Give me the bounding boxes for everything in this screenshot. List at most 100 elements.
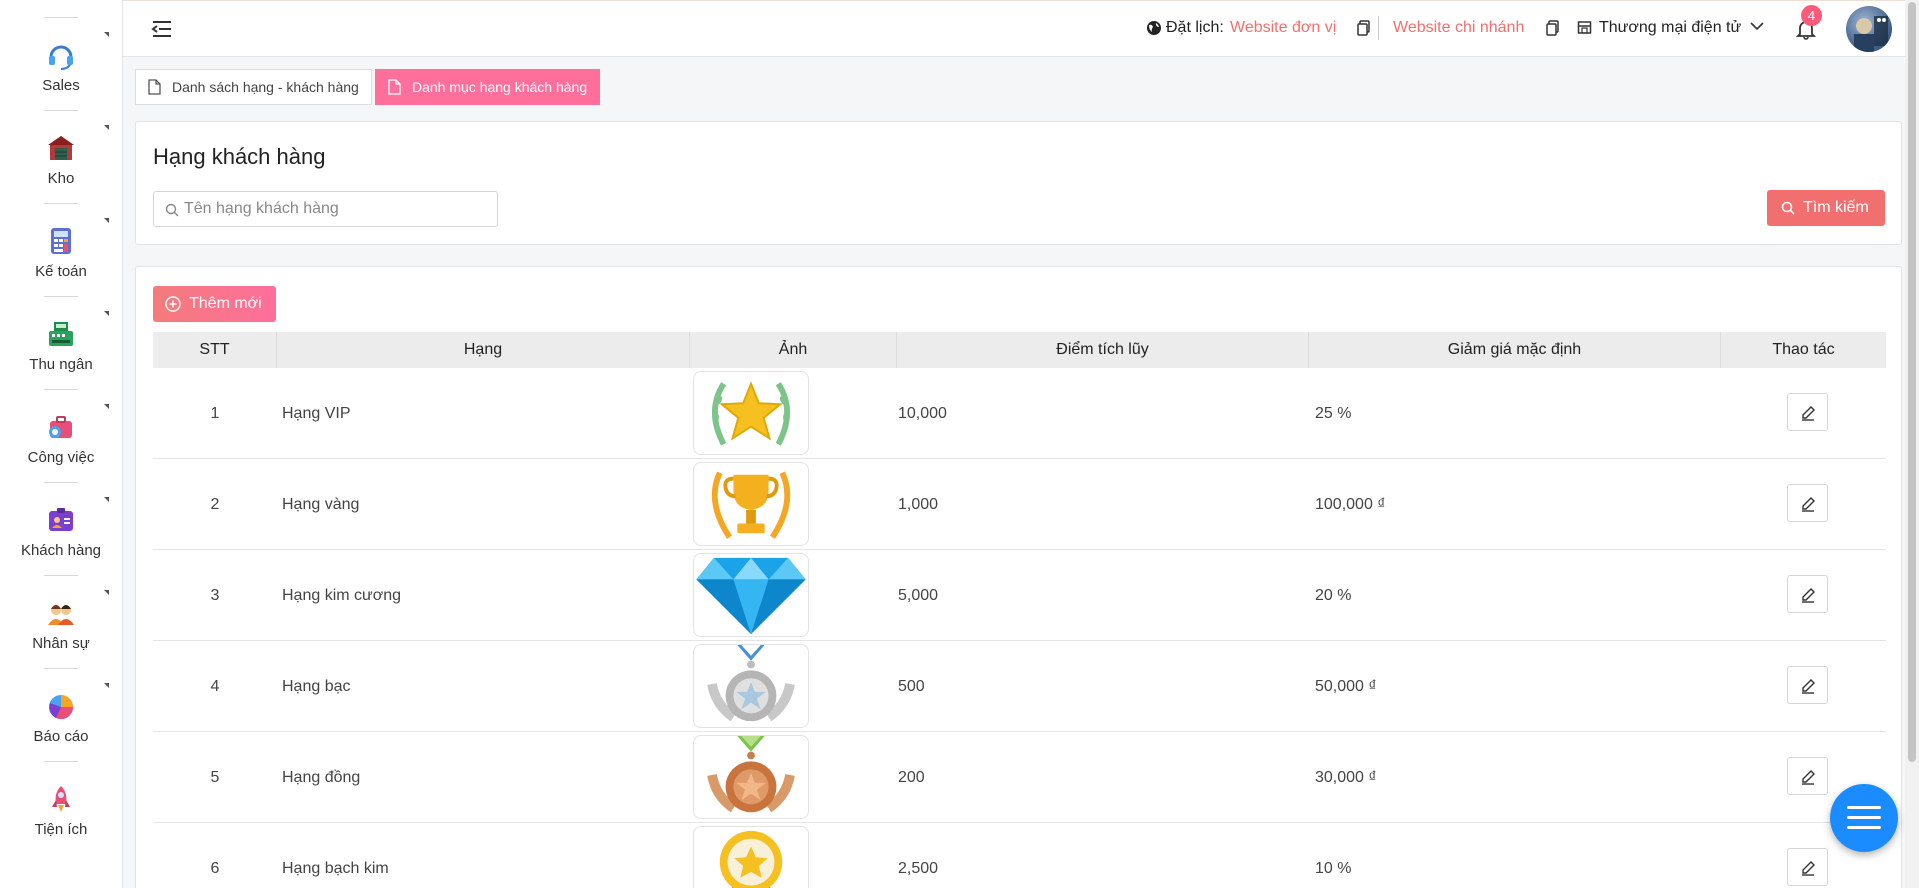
chevron-icon <box>104 590 109 595</box>
edit-button[interactable] <box>1787 575 1828 613</box>
pencil-icon <box>1802 770 1815 785</box>
table-row: 5 Hạng đồng 200 30,000 ₫ <box>153 732 1886 823</box>
tab-customer-rank-list[interactable]: Danh sách hạng - khách hàng <box>135 69 372 105</box>
customer-card-icon <box>49 508 73 531</box>
divider <box>44 296 78 297</box>
cell-points: 1,000 <box>898 496 939 513</box>
edit-button[interactable] <box>1787 757 1828 795</box>
column-header-stt: STT <box>153 332 277 368</box>
sidebar-item-bao-cao[interactable]: Báo cáo <box>0 651 122 745</box>
sidebar-item-nhan-su[interactable]: Nhân sự <box>0 558 122 652</box>
cash-register-icon <box>49 322 73 346</box>
cell-rank-name: Hạng VIP <box>282 405 351 422</box>
pencil-icon <box>1802 406 1815 421</box>
cell-points: 200 <box>898 769 925 786</box>
sidebar-item-tien-ich[interactable]: Tiện ích <box>0 744 122 838</box>
cell-discount: 30,000 ₫ <box>1315 769 1377 786</box>
cell-stt: 6 <box>210 860 220 877</box>
divider <box>1378 16 1379 40</box>
website-unit-link[interactable]: Website đơn vị <box>1230 19 1336 37</box>
cell-stt: 5 <box>210 769 220 786</box>
rank-image-silver-medal <box>693 644 809 728</box>
sidebar-item-label: Nhân sự <box>32 635 90 652</box>
edit-button[interactable] <box>1787 848 1828 886</box>
avatar-image <box>1854 16 1888 52</box>
sidebar-item-khach-hang[interactable]: Khách hàng <box>0 465 122 559</box>
table-row: 4 Hạng bạc 500 50,000 ₫ <box>153 641 1886 732</box>
sidebar: Sales Kho Kế toán Thu ngân Công việc Khá… <box>0 0 123 888</box>
search-button[interactable]: Tìm kiếm <box>1767 190 1885 226</box>
cell-discount: 25 % <box>1315 405 1352 422</box>
chevron-icon <box>104 404 109 409</box>
chevron-icon <box>104 683 109 688</box>
pencil-icon <box>1802 861 1815 876</box>
chevron-icon <box>104 32 109 37</box>
sidebar-item-cong-viec[interactable]: Công việc <box>0 372 122 466</box>
chevron-down-icon[interactable] <box>1750 20 1764 32</box>
star-laurel-icon <box>712 381 790 446</box>
cell-rank-name: Hạng kim cương <box>282 587 402 604</box>
menu-toggle-icon[interactable] <box>151 18 173 40</box>
chevron-icon <box>104 311 109 316</box>
store-selector[interactable]: Thương mại điện tử <box>1599 19 1741 37</box>
plus-circle-icon <box>165 296 181 312</box>
sidebar-item-kho[interactable]: Kho <box>0 93 122 187</box>
edit-button[interactable] <box>1787 484 1828 522</box>
table-header: STT Hạng Ảnh Điểm tích lũy Giảm giá mặc … <box>153 332 1886 368</box>
column-header-image: Ảnh <box>690 332 897 368</box>
search-icon <box>1781 201 1795 215</box>
chevron-icon <box>104 125 109 130</box>
cell-stt: 1 <box>210 405 220 422</box>
pencil-icon <box>1802 679 1815 694</box>
column-header-actions: Thao tác <box>1772 341 1835 358</box>
people-icon <box>48 605 74 625</box>
edit-button[interactable] <box>1787 666 1828 704</box>
tab-label: Danh sách hạng - khách hàng <box>172 79 359 95</box>
globe-icon <box>1147 21 1161 35</box>
cell-points: 2,500 <box>898 860 939 877</box>
tab-customer-rank-category[interactable]: Danh mục hạng khách hàng <box>375 69 601 105</box>
search-input[interactable] <box>184 192 484 226</box>
divider <box>44 17 78 18</box>
website-branch-link[interactable]: Website chi nhánh <box>1393 19 1524 37</box>
diamond-icon <box>696 557 806 635</box>
edit-button[interactable] <box>1787 393 1828 431</box>
cell-stt: 2 <box>210 496 220 513</box>
platinum-badge-icon <box>719 830 783 888</box>
rank-image-gold-trophy <box>693 462 809 546</box>
page-scrollbar[interactable] <box>1905 0 1919 888</box>
cell-points: 500 <box>898 678 925 695</box>
headset-icon <box>49 45 73 70</box>
avatar[interactable] <box>1846 6 1892 52</box>
sidebar-item-ke-toan[interactable]: Kế toán <box>0 186 122 280</box>
document-icon <box>148 79 161 95</box>
warehouse-icon <box>48 136 74 160</box>
sidebar-item-label: Báo cáo <box>33 728 89 745</box>
search-icon <box>165 203 179 217</box>
briefcase-icon <box>49 416 72 438</box>
cell-rank-name: Hạng bạch kim <box>282 860 389 877</box>
floating-menu-button[interactable] <box>1830 784 1898 852</box>
table-row: 2 Hạng vàng 1,000 100,000 ₫ <box>153 459 1886 550</box>
list-panel: Thêm mới STT Hạng Ảnh Điểm tích lũy Giảm… <box>135 266 1902 888</box>
search-panel: Hạng khách hàng Tìm kiếm <box>135 121 1902 245</box>
divider <box>44 110 78 111</box>
sidebar-item-sales[interactable]: Sales <box>0 0 122 94</box>
table-row: 6 Hạng bạch kim 2,500 10 % <box>153 823 1886 888</box>
divider <box>44 389 78 390</box>
cell-rank-name: Hạng bạc <box>282 678 351 695</box>
sidebar-item-label: Sales <box>42 77 80 94</box>
sidebar-item-label: Tiện ích <box>34 821 88 838</box>
copy-icon[interactable] <box>1546 20 1559 36</box>
scrollbar-thumb[interactable] <box>1908 2 1916 762</box>
divider <box>44 575 78 576</box>
sidebar-item-thu-ngan[interactable]: Thu ngân <box>0 279 122 373</box>
search-box <box>153 191 498 227</box>
cell-discount: 10 % <box>1315 860 1352 877</box>
sidebar-item-label: Khách hàng <box>20 542 102 559</box>
calculator-icon <box>51 228 71 254</box>
gold-trophy-icon <box>711 471 791 539</box>
copy-icon[interactable] <box>1357 20 1370 36</box>
add-new-button[interactable]: Thêm mới <box>153 286 276 322</box>
sidebar-item-label: Công việc <box>27 449 95 466</box>
